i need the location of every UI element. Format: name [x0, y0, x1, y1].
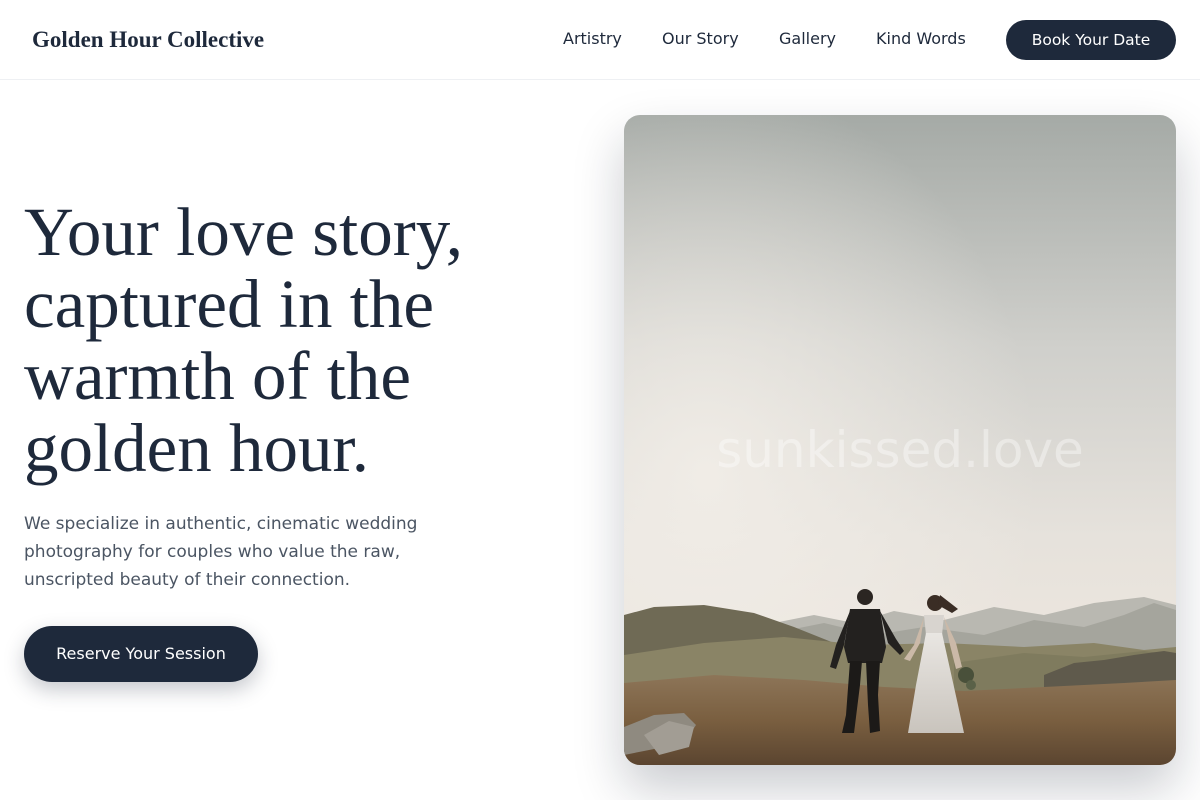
nav-link-kind-words[interactable]: Kind Words [876, 28, 966, 50]
nav-link-our-story[interactable]: Our Story [662, 28, 739, 50]
photo-watermark: sunkissed.love [716, 421, 1084, 479]
nav-link-gallery[interactable]: Gallery [779, 28, 836, 50]
nav-link-artistry[interactable]: Artistry [563, 28, 622, 50]
reserve-session-button[interactable]: Reserve Your Session [24, 626, 258, 682]
brand-logo[interactable]: Golden Hour Collective [32, 24, 264, 56]
book-your-date-button[interactable]: Book Your Date [1006, 20, 1176, 60]
hero-description: We specialize in authentic, cinematic we… [24, 514, 418, 590]
hero-photo: sunkissed.love [624, 115, 1176, 765]
hero-headline: Your love story, captured in the warmth … [24, 194, 463, 486]
site-header: Golden Hour Collective Artistry Our Stor… [0, 0, 1200, 80]
